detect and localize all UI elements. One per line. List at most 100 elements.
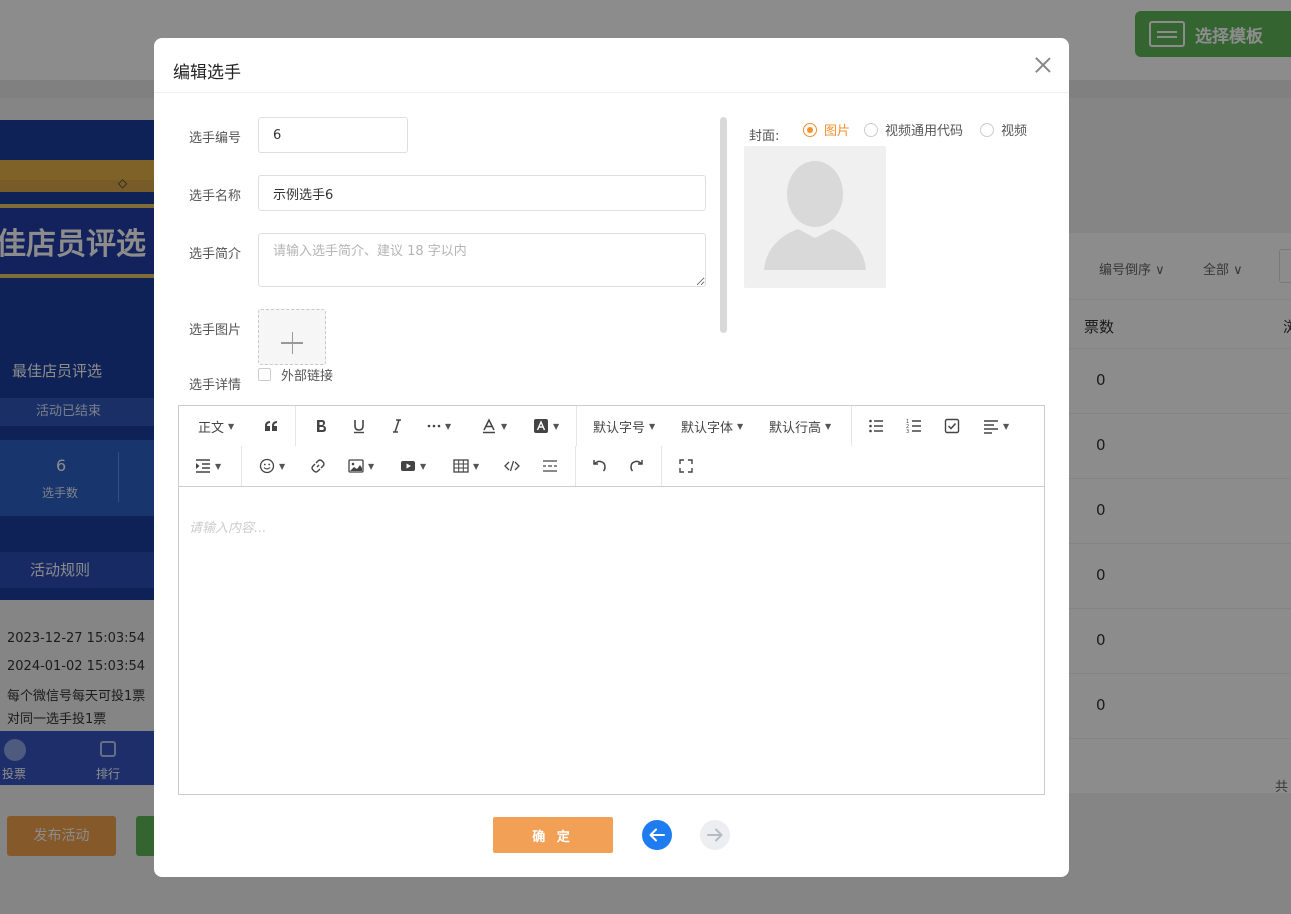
image-label: 选手图片	[189, 323, 242, 338]
code-button[interactable]	[504, 446, 520, 486]
intro-textarea[interactable]	[258, 233, 706, 287]
table-dropdown[interactable]: ▼	[453, 446, 479, 486]
cover-option-label: 视频通用代码	[885, 124, 964, 139]
video-icon	[401, 461, 415, 471]
paragraph-dropdown[interactable]: 正文 ▼	[198, 406, 234, 446]
intro-label: 选手简介	[189, 247, 242, 262]
font-family-label: 默认字体	[681, 420, 734, 436]
video-dropdown[interactable]: ▼	[400, 446, 426, 486]
image-upload-button[interactable]	[258, 309, 326, 365]
checkbox-icon[interactable]	[258, 368, 271, 381]
more-style-dropdown[interactable]: ▼	[427, 406, 451, 446]
dialog-header: 编辑选手	[154, 38, 1069, 93]
avatar-placeholder-icon	[764, 161, 866, 270]
close-icon[interactable]	[1032, 54, 1054, 76]
rich-text-editor: 正文 ▼ ▼ ▼ ▼ 默认字号 ▼ 默认字体 ▼ 默认行高 ▼ 1 2 3 ▼ …	[178, 405, 1045, 795]
numbered-list-button[interactable]: 123	[906, 406, 922, 446]
previous-player-button[interactable]	[642, 820, 672, 850]
bullet-list-button[interactable]	[868, 406, 884, 446]
quote-button[interactable]	[263, 406, 279, 446]
chevron-down-icon: ▼	[420, 461, 427, 471]
link-button[interactable]	[310, 446, 326, 486]
italic-icon	[393, 419, 401, 433]
fullscreen-icon	[679, 459, 693, 473]
toolbar-separator	[851, 406, 852, 446]
external-link-label: 外部链接	[281, 369, 334, 384]
undo-button[interactable]	[591, 446, 607, 486]
image-icon	[348, 459, 364, 473]
background-color-icon	[534, 419, 548, 433]
number-label: 选手编号	[189, 131, 242, 146]
cover-option-video-code[interactable]: 视频通用代码	[864, 120, 963, 139]
align-dropdown[interactable]: ▼	[983, 406, 1009, 446]
divider-icon	[543, 460, 557, 472]
indent-icon	[196, 459, 210, 473]
code-icon	[504, 460, 520, 472]
font-family-dropdown[interactable]: 默认字体 ▼	[681, 406, 743, 446]
font-size-dropdown[interactable]: 默认字号 ▼	[593, 406, 655, 446]
svg-text:3: 3	[906, 429, 909, 434]
name-input[interactable]	[258, 175, 706, 211]
chevron-down-icon: ▼	[228, 421, 235, 431]
redo-icon	[630, 460, 643, 472]
emoji-icon	[259, 458, 275, 474]
cover-option-image[interactable]: 图片	[803, 120, 850, 139]
line-height-dropdown[interactable]: 默认行高 ▼	[769, 406, 831, 446]
confirm-button[interactable]: 确 定	[493, 817, 613, 853]
link-icon	[311, 459, 325, 473]
toolbar-separator	[575, 446, 576, 486]
background-color-dropdown[interactable]: ▼	[533, 406, 559, 446]
chevron-down-icon: ▼	[649, 421, 656, 431]
font-size-label: 默认字号	[593, 420, 646, 436]
more-icon	[427, 424, 441, 428]
chevron-down-icon: ▼	[737, 421, 744, 431]
toolbar-separator	[295, 406, 296, 446]
toolbar-separator	[661, 446, 662, 486]
toolbar-separator	[576, 406, 577, 446]
line-height-label: 默认行高	[769, 420, 822, 436]
bullet-list-icon	[869, 419, 883, 433]
paragraph-label: 正文	[198, 420, 225, 436]
edit-player-dialog: 编辑选手 选手编号 选手名称 选手简介 选手图片 选手详情 外部链接 封面: 图…	[154, 38, 1069, 877]
form-scrollbar[interactable]	[720, 117, 727, 333]
italic-button[interactable]	[389, 406, 405, 446]
redo-button[interactable]	[629, 446, 645, 486]
number-input[interactable]	[258, 117, 408, 153]
quote-icon	[265, 421, 277, 431]
radio-icon	[980, 122, 994, 137]
cover-option-video[interactable]: 视频	[980, 120, 1027, 139]
arrow-left-icon	[649, 828, 665, 842]
chevron-down-icon: ▼	[473, 461, 480, 471]
chevron-down-icon: ▼	[368, 461, 375, 471]
cover-option-label: 视频	[1001, 124, 1028, 139]
toolbar-row-1: 正文 ▼ ▼ ▼ ▼ 默认字号 ▼ 默认字体 ▼ 默认行高 ▼ 1 2 3 ▼	[179, 406, 1044, 446]
toolbar-separator	[241, 446, 242, 486]
cover-option-label: 图片	[824, 124, 851, 139]
chevron-down-icon: ▼	[825, 421, 832, 431]
editor-content-area[interactable]: 请输入内容...	[179, 487, 1044, 794]
bold-button[interactable]	[313, 406, 329, 446]
undo-icon	[593, 460, 606, 472]
emoji-dropdown[interactable]: ▼	[259, 446, 285, 486]
cover-label: 封面:	[749, 129, 780, 144]
radio-icon	[864, 122, 878, 137]
underline-button[interactable]	[351, 406, 367, 446]
toolbar-row-2: ▼ ▼ ▼ ▼ ▼	[179, 446, 1044, 486]
indent-dropdown[interactable]: ▼	[195, 446, 221, 486]
font-color-dropdown[interactable]: ▼	[481, 406, 507, 446]
editor-placeholder: 请输入内容...	[189, 521, 267, 536]
checkbox-list-icon	[944, 418, 960, 434]
chevron-down-icon: ▼	[501, 421, 508, 431]
table-icon	[453, 459, 469, 473]
divider-button[interactable]	[542, 446, 558, 486]
next-player-button[interactable]	[700, 820, 730, 850]
bold-icon	[317, 420, 326, 432]
image-dropdown[interactable]: ▼	[348, 446, 374, 486]
name-label: 选手名称	[189, 189, 242, 204]
cover-image-preview[interactable]	[744, 146, 886, 288]
fullscreen-button[interactable]	[678, 446, 694, 486]
chevron-down-icon: ▼	[553, 421, 560, 431]
external-link-checkbox[interactable]: 外部链接	[258, 365, 333, 384]
todo-button[interactable]	[944, 406, 960, 446]
dialog-title: 编辑选手	[173, 63, 241, 83]
